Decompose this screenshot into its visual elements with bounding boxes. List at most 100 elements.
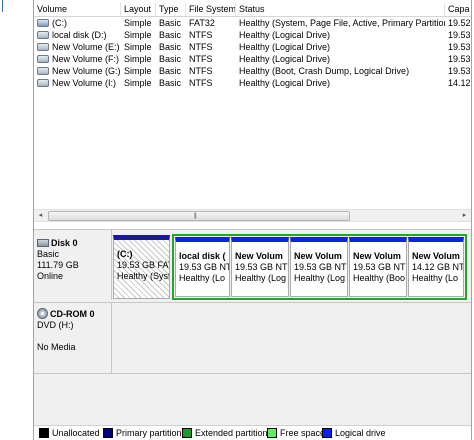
legend-item-primary: Primary partition [103, 427, 182, 439]
disk-size: 111.79 GB [37, 260, 79, 270]
legend-bar: Unallocated Primary partition Extended p… [34, 425, 471, 440]
system-volume-icon [37, 18, 49, 27]
partition-size: 14.12 GB NT [412, 262, 464, 272]
volume-status: Healthy (Boot, Crash Dump, Logical Drive… [239, 66, 410, 76]
graphical-disk-view: Disk 0 Basic 111.79 GB Online (C:) 19.53… [34, 229, 471, 426]
column-status[interactable]: Status [236, 3, 445, 16]
partition-d[interactable]: local disk ( 19.53 GB NT Healthy (Lo [175, 237, 230, 297]
volume-capacity: 14.12 [448, 78, 471, 88]
scrollbar-thumb[interactable]: ||| [48, 211, 350, 221]
swatch-icon [182, 427, 192, 438]
volume-name: New Volume (G:) [52, 66, 121, 76]
partition-status: Healthy (Log [235, 273, 287, 283]
legend-item-logical: Logical drive [322, 427, 386, 439]
column-volume[interactable]: Volume [34, 3, 121, 16]
volume-row[interactable]: New Volume (F:) Simple Basic NTFS Health… [34, 53, 471, 65]
cdrom-title: CD-ROM 0 [50, 309, 95, 319]
volume-capacity: 19.53 [448, 42, 471, 52]
volume-status: Healthy (Logical Drive) [239, 42, 331, 52]
partition-name: New Volum [353, 251, 401, 261]
partition-size: 19.53 GB NT [294, 262, 347, 272]
volume-layout: Simple [124, 18, 152, 28]
volume-layout: Simple [124, 54, 152, 64]
volume-name: (C:) [52, 18, 67, 28]
disk-state: Online [37, 271, 64, 281]
cdrom-kind: DVD (H:) [37, 320, 74, 331]
volume-type: Basic [159, 18, 182, 28]
cdrom-divider [111, 303, 112, 373]
column-type[interactable]: Type [156, 3, 186, 16]
volume-capacity: 19.53 [448, 54, 471, 64]
volume-layout: Simple [124, 42, 152, 52]
partition-status: Healthy (Lo [179, 273, 226, 283]
volume-icon [37, 30, 49, 39]
volume-capacity: 19.53 [448, 66, 471, 76]
cdrom-0-info[interactable]: CD-ROM 0 DVD (H:) No Media [37, 308, 109, 353]
volume-icon [37, 42, 49, 51]
cd-drive-icon [37, 308, 48, 320]
partition-f[interactable]: New Volum 19.53 GB NT Healthy (Log [290, 237, 348, 297]
volume-type: Basic [159, 66, 182, 76]
volume-layout: Simple [124, 78, 152, 88]
disk-kind: Basic [37, 249, 60, 259]
volume-file-system: NTFS [189, 78, 213, 88]
cdrom-media: No Media [37, 342, 76, 353]
horizontal-scrollbar[interactable]: ◂ ||| ▸ [34, 209, 471, 222]
legend-item-free: Free space [267, 427, 325, 439]
volume-icon [37, 66, 49, 75]
partition-size: 19.53 GB NT [235, 262, 288, 272]
disk-divider [111, 230, 112, 300]
partition-name: local disk ( [179, 251, 226, 261]
column-layout[interactable]: Layout [121, 3, 156, 16]
volume-row[interactable]: New Volume (G:) Simple Basic NTFS Health… [34, 65, 471, 77]
swatch-icon [322, 427, 332, 438]
disk-0-info[interactable]: Disk 0 Basic 111.79 GB Online [37, 238, 109, 282]
volume-icon [37, 54, 49, 63]
volume-status: Healthy (Logical Drive) [239, 78, 331, 88]
disk-row-divider [34, 302, 471, 303]
scroll-right-arrow-icon[interactable]: ▸ [459, 210, 470, 221]
swatch-icon [103, 427, 113, 438]
volume-row[interactable]: (C:) Simple Basic FAT32 Healthy (System,… [34, 17, 471, 29]
volume-name: New Volume (I:) [52, 78, 117, 88]
disk-management-panel: Volume Layout Type File System Status Ca… [33, 0, 472, 440]
scrollbar-grip-icon: ||| [194, 213, 197, 219]
volume-name: local disk (D:) [52, 30, 107, 40]
partition-i[interactable]: New Volum 14.12 GB NT Healthy (Lo [408, 237, 464, 297]
volume-status: Healthy (System, Page File, Active, Prim… [239, 18, 445, 28]
volume-name: New Volume (F:) [52, 54, 120, 64]
volume-type: Basic [159, 54, 182, 64]
volume-file-system: FAT32 [189, 18, 215, 28]
partition-status: Healthy (Syst [117, 271, 170, 281]
column-header-row: Volume Layout Type File System Status Ca… [34, 3, 471, 17]
volume-status: Healthy (Logical Drive) [239, 54, 331, 64]
volume-row[interactable]: New Volume (I:) Simple Basic NTFS Health… [34, 77, 471, 89]
partition-status: Healthy (Boo [353, 273, 406, 283]
partition-size: 19.53 GB NT [179, 262, 230, 272]
volume-row[interactable]: local disk (D:) Simple Basic NTFS Health… [34, 29, 471, 41]
partition-g[interactable]: New Volum 19.53 GB NT Healthy (Boo [349, 237, 407, 297]
volume-type: Basic [159, 30, 182, 40]
column-file-system[interactable]: File System [186, 3, 236, 16]
disk-title: Disk 0 [51, 238, 78, 248]
partition-name: New Volum [235, 251, 283, 261]
volume-file-system: NTFS [189, 54, 213, 64]
volume-status: Healthy (Logical Drive) [239, 30, 331, 40]
column-capacity[interactable]: Capa [445, 3, 471, 16]
volume-row[interactable]: New Volume (E:) Simple Basic NTFS Health… [34, 41, 471, 53]
legend-item-extended: Extended partition [182, 427, 268, 439]
partition-name: (C:) [117, 249, 133, 259]
volume-icon [37, 78, 49, 87]
swatch-icon [267, 427, 277, 438]
swatch-icon [39, 427, 49, 438]
partition-size: 19.53 GB FAT [117, 260, 170, 270]
volume-layout: Simple [124, 66, 152, 76]
volume-type: Basic [159, 78, 182, 88]
volume-layout: Simple [124, 30, 152, 40]
scroll-left-arrow-icon[interactable]: ◂ [35, 210, 46, 221]
volume-list-view: Volume Layout Type File System Status Ca… [34, 0, 471, 222]
partition-status: Healthy (Lo [412, 273, 459, 283]
partition-c[interactable]: (C:) 19.53 GB FAT Healthy (Syst [113, 235, 170, 299]
partition-e[interactable]: New Volum 19.53 GB NT Healthy (Log [231, 237, 289, 297]
legend-item-unallocated: Unallocated [39, 427, 100, 439]
